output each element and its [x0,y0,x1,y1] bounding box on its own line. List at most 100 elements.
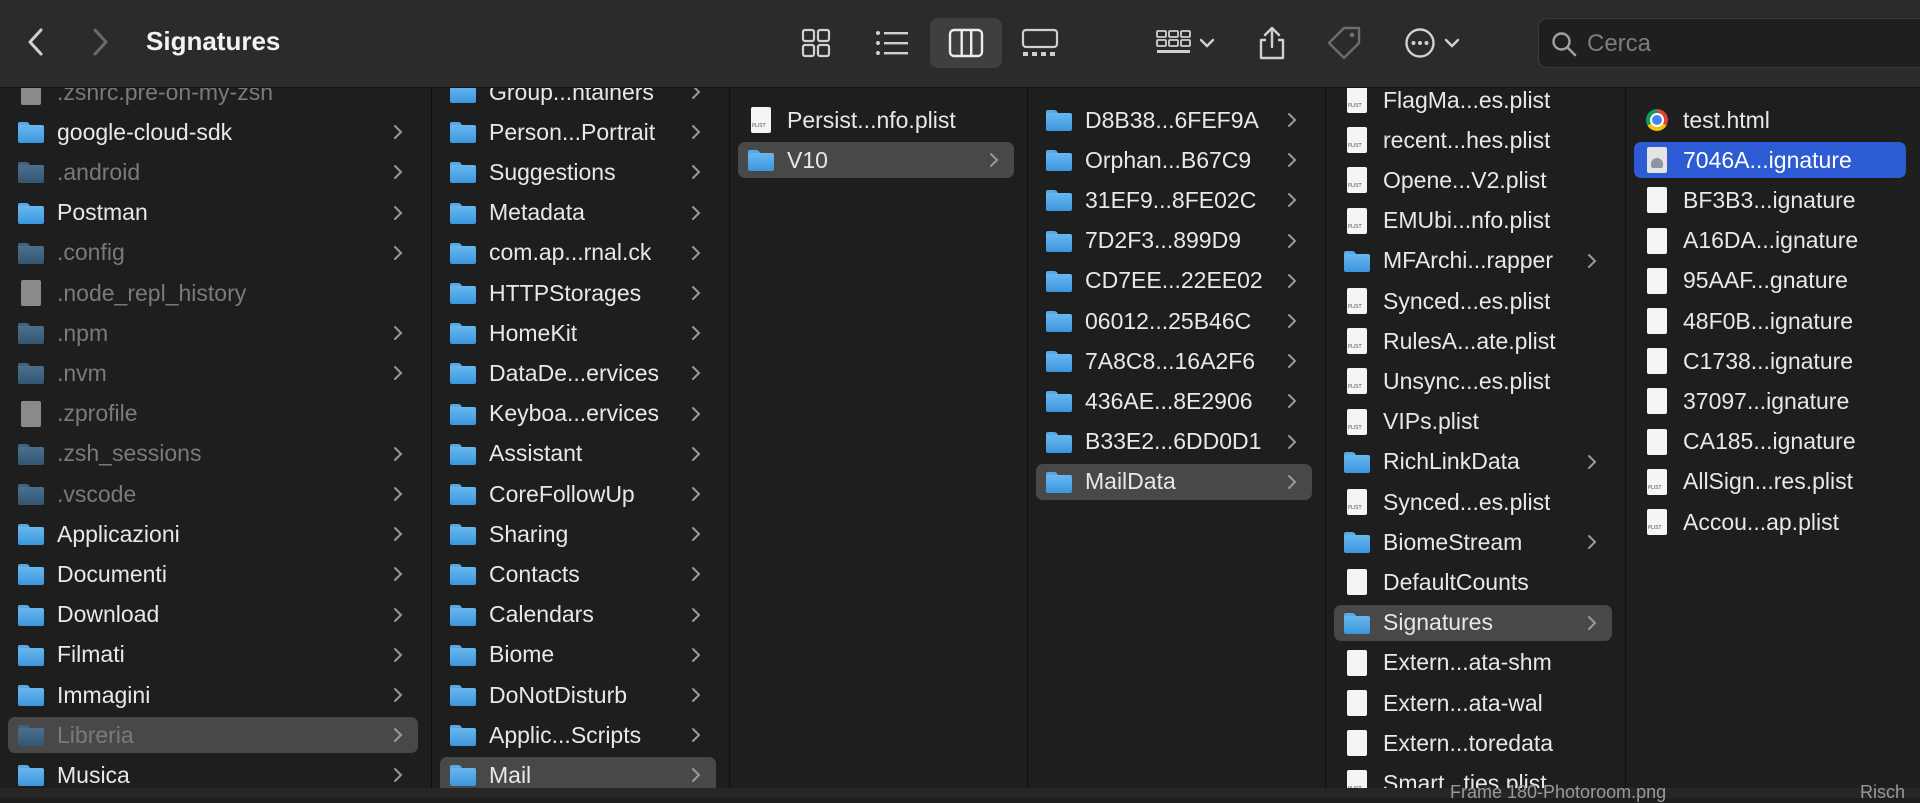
forward-button[interactable] [82,24,118,60]
file-item[interactable]: .zshrc.pre-oh-my-zsh [8,88,418,110]
folder-icon [449,520,477,548]
file-item[interactable]: 95AAF...gnature [1634,263,1906,299]
chevron-right-icon [394,688,403,702]
file-item[interactable]: RulesA...ate.plist [1334,323,1612,359]
folder-item[interactable]: RichLinkData [1334,444,1612,480]
item-label: Synced...es.plist [1383,287,1551,314]
item-label: .zprofile [57,400,138,427]
file-item[interactable]: A16DA...ignature [1634,223,1906,259]
folder-item[interactable]: V10 [738,142,1014,179]
folder-item[interactable]: D8B38...6FEF9A [1036,102,1312,138]
folder-item[interactable]: .config [8,235,418,271]
list-view-button[interactable] [856,18,928,68]
item-label: 31EF9...8FE02C [1085,186,1257,213]
file-item[interactable]: Extern...toredata [1334,725,1612,761]
file-item[interactable]: recent...hes.plist [1334,122,1612,158]
tag-button[interactable] [1322,20,1366,66]
folder-icon [449,118,477,146]
folder-item[interactable]: MFArchi...rapper [1334,243,1612,279]
back-button[interactable] [18,24,54,60]
folder-item[interactable]: Documenti [8,556,418,592]
folder-item[interactable]: .vscode [8,476,418,512]
file-item[interactable]: Synced...es.plist [1334,484,1612,520]
folder-item[interactable]: DoNotDisturb [440,677,716,713]
folder-item[interactable]: Contacts [440,556,716,592]
folder-item[interactable]: Metadata [440,195,716,231]
file-item[interactable]: Extern...ata-shm [1334,645,1612,681]
file-item[interactable]: DefaultCounts [1334,564,1612,600]
folder-item[interactable]: Group...ntainers [440,88,716,110]
column-view-button[interactable] [930,18,1002,68]
folder-item[interactable]: Calendars [440,597,716,633]
file-item[interactable]: VIPs.plist [1334,404,1612,440]
item-label: 7046A...ignature [1683,146,1852,173]
folder-item[interactable]: B33E2...6DD0D1 [1036,424,1312,460]
folder-item[interactable]: .npm [8,315,418,351]
search-input[interactable] [1585,28,1920,60]
folder-item[interactable]: 06012...25B46C [1036,303,1312,339]
folder-item[interactable]: .android [8,154,418,190]
file-item[interactable]: Persist...nfo.plist [738,102,1014,138]
file-item[interactable]: AllSign...res.plist [1634,464,1906,500]
folder-icon [449,641,477,669]
columns-icon [948,28,984,58]
more-actions-button[interactable] [1396,20,1468,66]
folder-item[interactable]: 7A8C8...16A2F6 [1036,343,1312,379]
chevron-right-icon [1288,113,1297,127]
folder-item[interactable]: MailData [1036,463,1312,500]
file-item[interactable]: Opene...V2.plist [1334,162,1612,198]
file-item[interactable]: BF3B3...ignature [1634,182,1906,218]
file-item[interactable]: 37097...ignature [1634,383,1906,419]
folder-item[interactable]: Filmati [8,637,418,673]
folder-item[interactable]: BiomeStream [1334,524,1612,560]
folder-item[interactable]: .zsh_sessions [8,436,418,472]
folder-item[interactable]: Signatures [1334,604,1612,641]
folder-item[interactable]: Keyboa...ervices [440,396,716,432]
folder-item[interactable]: google-cloud-sdk [8,114,418,150]
file-item[interactable]: Synced...es.plist [1334,283,1612,319]
folder-item[interactable]: Suggestions [440,154,716,190]
folder-item[interactable]: Mail [440,757,716,788]
file-item[interactable]: test.html [1634,102,1906,138]
file-item[interactable]: 48F0B...ignature [1634,303,1906,339]
folder-item[interactable]: DataDe...ervices [440,355,716,391]
file-item[interactable]: .zprofile [8,396,418,432]
share-button[interactable] [1252,20,1292,66]
folder-item[interactable]: Biome [440,637,716,673]
folder-item[interactable]: Musica [8,757,418,788]
file-item[interactable]: 7046A...ignature [1634,142,1906,179]
item-label: RulesA...ate.plist [1383,327,1556,354]
file-item[interactable]: Unsync...es.plist [1334,363,1612,399]
folder-item[interactable]: Person...Portrait [440,114,716,150]
file-item[interactable]: Extern...ata-wal [1334,685,1612,721]
column-v10: D8B38...6FEF9A Orphan...B67C9 31EF9...8FE0… [1028,88,1326,788]
folder-item[interactable]: 7D2F3...899D9 [1036,223,1312,259]
folder-item[interactable]: HomeKit [440,315,716,351]
folder-item[interactable]: 436AE...8E2906 [1036,383,1312,419]
folder-item[interactable]: Download [8,597,418,633]
folder-item[interactable]: CoreFollowUp [440,476,716,512]
folder-item[interactable]: Assistant [440,436,716,472]
folder-item[interactable]: Applic...Scripts [440,717,716,753]
file-item[interactable]: FlagMa...es.plist [1334,88,1612,118]
folder-item[interactable]: com.ap...rnal.ck [440,235,716,271]
file-item[interactable]: Accou...ap.plist [1634,504,1906,540]
folder-item[interactable]: Sharing [440,516,716,552]
folder-item[interactable]: .nvm [8,355,418,391]
gallery-view-button[interactable] [1004,18,1076,68]
file-item[interactable]: .node_repl_history [8,275,418,311]
folder-item[interactable]: 31EF9...8FE02C [1036,182,1312,218]
group-by-button[interactable] [1148,20,1222,66]
search-field[interactable] [1538,18,1920,68]
file-item[interactable]: EMUbi...nfo.plist [1334,203,1612,239]
file-item[interactable]: CA185...ignature [1634,424,1906,460]
file-item[interactable]: C1738...ignature [1634,343,1906,379]
folder-item[interactable]: Postman [8,195,418,231]
folder-item[interactable]: Orphan...B67C9 [1036,142,1312,178]
folder-item[interactable]: Immagini [8,677,418,713]
folder-item[interactable]: Libreria [8,717,418,754]
folder-item[interactable]: HTTPStorages [440,275,716,311]
folder-item[interactable]: CD7EE...22EE02 [1036,263,1312,299]
folder-item[interactable]: Applicazioni [8,516,418,552]
icon-view-button[interactable] [780,18,852,68]
